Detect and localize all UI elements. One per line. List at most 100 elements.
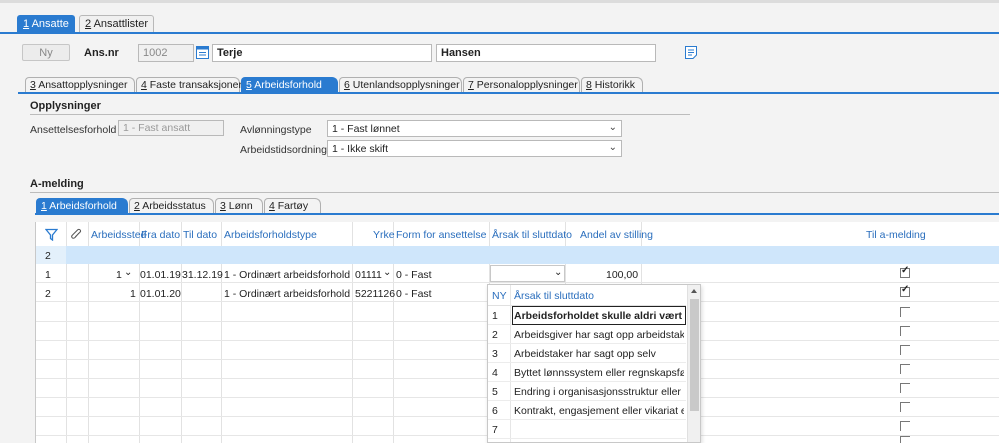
filter-icon[interactable] <box>44 228 59 242</box>
tab-amelding-arbeidsstatus[interactable]: 2 Arbeidsstatus <box>129 198 214 213</box>
scroll-up-icon[interactable] <box>691 289 697 293</box>
scrollbar-thumb[interactable] <box>690 299 699 411</box>
tab-historikk[interactable]: 8 Historikk <box>581 77 643 92</box>
ans-nr-label: Ans.nr <box>84 47 119 59</box>
til-amelding-checkbox[interactable] <box>900 436 910 443</box>
dropdown-header-num: NY <box>492 290 507 302</box>
til-amelding-checkbox[interactable] <box>900 383 910 393</box>
til-amelding-checkbox[interactable] <box>900 345 910 355</box>
cell-til-dato[interactable]: 31.12.19 <box>182 269 223 281</box>
col-header-arbeidssted[interactable]: Arbeidssted <box>91 222 146 246</box>
chevron-down-icon: ⌄ <box>554 267 563 278</box>
arbeidstidsordning-select[interactable]: 1 - Ikke skift ⌄ <box>327 140 622 157</box>
attachment-icon[interactable] <box>70 228 82 241</box>
item-num: 7 <box>492 424 498 436</box>
section-title-opplysninger: Opplysninger <box>30 100 101 112</box>
cell-form[interactable]: 0 - Fast <box>396 269 432 281</box>
til-amelding-checkbox[interactable] <box>900 326 910 336</box>
item-num: 1 <box>492 310 498 322</box>
tab-ansattlister[interactable]: 2 Ansattlister <box>79 15 154 32</box>
tab-ansattopplysninger[interactable]: 3 Ansattopplysninger <box>25 77 135 92</box>
cell-andel[interactable]: 100,00 <box>606 269 638 281</box>
cell-yrke[interactable]: 5221126 <box>355 288 395 300</box>
arsak-input[interactable]: ⌄ <box>490 265 565 282</box>
chevron-down-icon[interactable]: ⌄ <box>124 267 132 278</box>
list-item[interactable]: 6 Kontrakt, engasjement eller vikariat e… <box>488 401 686 420</box>
tab-label: Lønn <box>228 200 253 212</box>
new-button[interactable]: Ny <box>22 44 70 61</box>
til-amelding-checkbox[interactable] <box>900 364 910 374</box>
chevron-down-icon: ⌄ <box>608 142 617 153</box>
tab-ansatte[interactable]: 1 Ansatte <box>17 15 75 32</box>
col-header-til-dato[interactable]: Til dato <box>183 222 217 246</box>
dropdown-scrollbar[interactable] <box>687 285 700 442</box>
avlonningstype-select[interactable]: 1 - Fast lønnet ⌄ <box>327 120 622 137</box>
col-header-til-amelding[interactable]: Til a-melding <box>866 222 926 246</box>
col-header-andel[interactable]: Andel av stilling <box>580 222 653 246</box>
item-label: Byttet lønnssystem eller regnskapsfører <box>514 367 684 379</box>
list-item[interactable]: 5 Endring i organisasjonsstruktur eller … <box>488 382 686 401</box>
list-item[interactable]: 2 Arbeidsgiver har sagt opp arbeidstaker <box>488 325 686 344</box>
cell-arbeidssted[interactable]: 1 <box>130 288 136 300</box>
col-header-fra-dato[interactable]: Fra dato <box>141 222 180 246</box>
cell-fra-dato[interactable]: 01.01.19 <box>140 269 181 281</box>
cell-fra-dato[interactable]: 01.01.20 <box>140 288 181 300</box>
tab-label: Faste transaksjoner <box>149 79 242 91</box>
cell-arbeidssted[interactable]: 1 <box>116 269 122 281</box>
tab-amelding-lonn[interactable]: 3 Lønn <box>215 198 263 213</box>
cell-form[interactable]: 0 - Fast <box>396 288 432 300</box>
item-num: 6 <box>492 405 498 417</box>
tab-num: 2 <box>85 18 92 30</box>
lookup-icon[interactable] <box>195 45 210 60</box>
til-amelding-checkbox[interactable] <box>900 307 910 317</box>
filter-row[interactable]: 2 <box>36 246 999 264</box>
first-name-field[interactable]: Terje <box>212 44 432 62</box>
tab-label: Historikk <box>594 79 636 91</box>
tab-amelding-arbeidsforhold[interactable]: 1 Arbeidsforhold <box>36 198 128 213</box>
tab-num: 5 <box>246 79 252 91</box>
til-amelding-checkbox[interactable] <box>900 402 910 412</box>
arsak-dropdown[interactable]: NY Årsak til sluttdato 1 Arbeidsforholde… <box>487 284 701 443</box>
row-num: 1 <box>45 269 51 281</box>
notes-icon[interactable] <box>684 45 698 60</box>
ans-nr-field[interactable]: 1002 <box>138 44 194 62</box>
section-title-amelding: A-melding <box>30 178 84 190</box>
item-num: 2 <box>492 329 498 341</box>
tab-personalopplysninger[interactable]: 7 Personalopplysninger <box>463 77 580 92</box>
cell-type[interactable]: 1 - Ordinært arbeidsforhold <box>224 269 350 281</box>
list-item[interactable]: 8 <box>488 439 686 443</box>
dropdown-header-label: Årsak til sluttdato <box>514 290 594 302</box>
tab-label: Arbeidsforhold <box>254 79 322 91</box>
tab-faste-transaksjoner[interactable]: 4 Faste transaksjoner <box>136 77 242 92</box>
tab-amelding-fartoy[interactable]: 4 Fartøy <box>264 198 321 213</box>
til-amelding-checkbox[interactable] <box>900 265 910 278</box>
til-amelding-checkbox[interactable] <box>900 421 910 431</box>
item-label: Kontrakt, engasjement eller vikariat er … <box>514 405 684 417</box>
tab-label: Arbeidsforhold <box>49 200 117 212</box>
tab-label: Ansattlister <box>93 18 148 30</box>
col-header-form[interactable]: Form for ansettelse <box>396 222 486 246</box>
list-item[interactable]: 4 Byttet lønnssystem eller regnskapsføre… <box>488 363 686 382</box>
col-header-arsak[interactable]: Årsak til sluttdato <box>492 222 572 246</box>
tab-arbeidsforhold[interactable]: 5 Arbeidsforhold <box>241 77 338 92</box>
cell-yrke[interactable]: 01111 <box>355 269 382 281</box>
ansettelsesforhold-label: Ansettelsesforhold <box>30 124 117 136</box>
avlonningstype-label: Avlønningstype <box>240 124 312 136</box>
chevron-down-icon[interactable]: ⌄ <box>383 267 391 278</box>
tab-label: Ansatte <box>31 18 69 30</box>
cell-type[interactable]: 1 - Ordinært arbeidsforhold <box>224 288 350 300</box>
arbeidstidsordning-label: Arbeidstidsordning <box>240 144 327 156</box>
item-label: Arbeidsforholdet skulle aldri vært ra <box>514 310 684 322</box>
tab-utenlandsopplysninger[interactable]: 6 Utenlandsopplysninger <box>339 77 462 92</box>
list-item[interactable]: 3 Arbeidstaker har sagt opp selv <box>488 344 686 363</box>
col-header-yrke[interactable]: Yrke <box>373 222 395 246</box>
table-row[interactable]: 1 1 ⌄ 01.01.19 31.12.19 1 - Ordinært arb… <box>36 264 999 283</box>
til-amelding-checkbox[interactable] <box>900 284 910 297</box>
list-item[interactable]: 1 Arbeidsforholdet skulle aldri vært ra <box>488 306 686 325</box>
list-item[interactable]: 7 <box>488 420 686 439</box>
tab-label: Fartøy <box>277 200 309 212</box>
tab-num: 8 <box>586 79 592 91</box>
last-name-field[interactable]: Hansen <box>436 44 656 62</box>
col-header-type[interactable]: Arbeidsforholdstype <box>224 222 317 246</box>
item-label: Endring i organisasjonsstruktur eller by… <box>514 386 684 398</box>
